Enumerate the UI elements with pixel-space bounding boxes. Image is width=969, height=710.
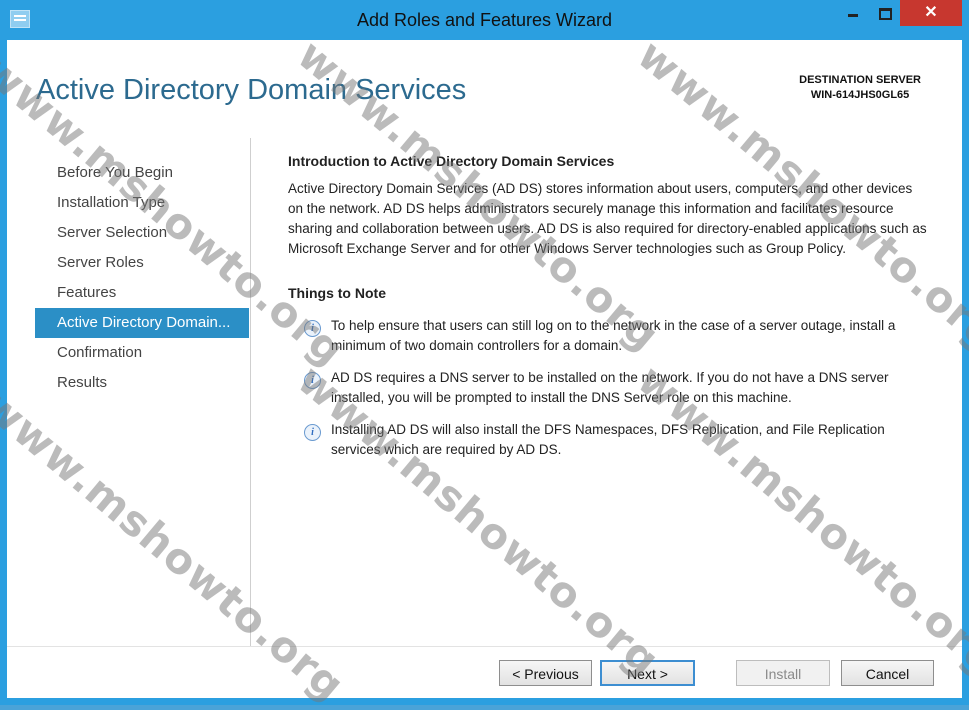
note-item: i Installing AD DS will also install the… [288, 420, 928, 460]
nav-item-features[interactable]: Features [35, 278, 249, 308]
note-text: AD DS requires a DNS server to be instal… [331, 370, 889, 405]
next-button[interactable]: Next > [600, 660, 695, 686]
destination-label: DESTINATION SERVER [799, 74, 921, 86]
info-icon: i [304, 424, 321, 441]
nav-item-before-you-begin[interactable]: Before You Begin [35, 158, 249, 188]
window-frame-left [0, 40, 7, 705]
nav-item-server-selection[interactable]: Server Selection [35, 218, 249, 248]
intro-heading: Introduction to Active Directory Domain … [288, 153, 615, 169]
wizard-nav: Before You Begin Installation Type Serve… [35, 158, 249, 398]
destination-value: WIN-614JHS0GL65 [810, 89, 910, 101]
info-icon: i [304, 320, 321, 337]
install-button[interactable]: Install [736, 660, 830, 686]
title-bar[interactable]: Add Roles and Features Wizard ✕ [0, 0, 969, 40]
close-button[interactable]: ✕ [900, 0, 962, 26]
minimize-button[interactable] [834, 0, 870, 26]
cancel-button[interactable]: Cancel [841, 660, 934, 686]
nav-divider [250, 138, 251, 646]
window-frame-bottom [0, 698, 969, 705]
note-item: i To help ensure that users can still lo… [288, 316, 928, 356]
window-title: Add Roles and Features Wizard [356, 10, 613, 30]
notes-heading: Things to Note [288, 285, 386, 301]
note-text: To help ensure that users can still log … [331, 318, 896, 353]
page-title: Active Directory Domain Services [36, 74, 467, 106]
nav-item-results[interactable]: Results [35, 368, 249, 398]
content-pane: Introduction to Active Directory Domain … [288, 152, 928, 460]
previous-button[interactable]: < Previous [499, 660, 592, 686]
nav-item-confirmation[interactable]: Confirmation [35, 338, 249, 368]
destination-server: DESTINATION SERVER WIN-614JHS0GL65 [799, 73, 921, 103]
maximize-button[interactable] [870, 0, 900, 26]
footer-separator [7, 646, 962, 647]
note-item: i AD DS requires a DNS server to be inst… [288, 368, 928, 408]
nav-item-server-roles[interactable]: Server Roles [35, 248, 249, 278]
wizard-window: Add Roles and Features Wizard ✕ Active D… [0, 0, 969, 710]
nav-item-ad-ds[interactable]: Active Directory Domain... [35, 308, 249, 338]
info-icon: i [304, 372, 321, 389]
window-frame-right [962, 40, 969, 705]
note-text: Installing AD DS will also install the D… [331, 422, 885, 457]
nav-item-installation-type[interactable]: Installation Type [35, 188, 249, 218]
intro-text: Active Directory Domain Services (AD DS)… [288, 181, 927, 256]
